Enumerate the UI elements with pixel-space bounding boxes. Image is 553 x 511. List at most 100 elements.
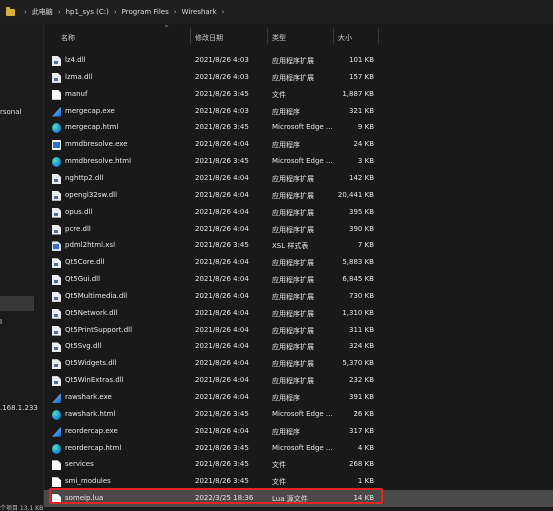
file-row[interactable]: manuf 2021/8/26 3:45 文件 1,887 KB bbox=[44, 86, 553, 103]
file-name: lz4.dll bbox=[65, 56, 86, 64]
edge-html-icon bbox=[52, 409, 61, 420]
file-type: 应用程序 bbox=[272, 107, 300, 116]
file-name: reordercap.exe bbox=[65, 426, 118, 435]
file-type: 应用程序扩展 bbox=[272, 259, 314, 268]
dll-file-icon bbox=[52, 258, 61, 269]
file-name: lzma.dll bbox=[65, 72, 93, 81]
file-row[interactable]: pdml2html.xsl 2021/8/26 3:45 XSL 样式表 7 KB bbox=[44, 237, 553, 254]
console-exe-icon bbox=[52, 140, 61, 151]
file-date: 2021/8/26 3:45 bbox=[195, 123, 249, 132]
file-size: 324 KB bbox=[349, 342, 374, 351]
file-name: rawshark.exe bbox=[65, 393, 112, 401]
file-list[interactable]: lz4.dll 2021/8/26 4:03 应用程序扩展 101 KB lzma.dl… bbox=[44, 44, 553, 511]
file-date: 2021/8/26 4:04 bbox=[195, 140, 249, 149]
file-row[interactable]: reordercap.html 2021/8/26 3:45 Microsoft E… bbox=[44, 440, 553, 457]
column-header-name[interactable]: 名称 bbox=[61, 33, 75, 43]
breadcrumb-item-program-files[interactable]: Program Files bbox=[122, 8, 169, 16]
dll-file-icon bbox=[52, 325, 61, 336]
column-header-date[interactable]: 修改日期 bbox=[195, 33, 223, 43]
file-date: 2021/8/26 3:45 bbox=[195, 241, 249, 250]
file-date: 2021/8/26 4:04 bbox=[195, 275, 249, 284]
file-date: 2021/8/26 3:45 bbox=[195, 89, 249, 98]
column-divider[interactable] bbox=[333, 28, 334, 44]
file-date: 2021/8/26 4:04 bbox=[195, 190, 249, 199]
file-type: Microsoft Edge ... bbox=[272, 157, 333, 166]
column-header-size[interactable]: 大小 bbox=[338, 33, 352, 43]
file-row[interactable]: lz4.dll 2021/8/26 4:03 应用程序扩展 101 KB bbox=[44, 52, 553, 69]
file-row[interactable]: nghttp2.dll 2021/8/26 4:04 应用程序扩展 142 KB bbox=[44, 170, 553, 187]
nav-item-fragment[interactable]: I bbox=[0, 318, 2, 326]
file-size: 1,310 KB bbox=[342, 308, 374, 317]
file-size: 7 KB bbox=[357, 241, 374, 250]
column-divider[interactable] bbox=[378, 28, 379, 44]
file-icon bbox=[52, 89, 61, 100]
file-row[interactable]: Qt5PrintSupport.dll 2021/8/26 4:04 应用程序扩展 3… bbox=[44, 322, 553, 339]
file-row[interactable]: rawshark.exe 2021/8/26 4:04 应用程序 391 KB bbox=[44, 389, 553, 406]
file-name: Qt5WinExtras.dll bbox=[65, 376, 124, 385]
nav-item-selected[interactable] bbox=[0, 296, 34, 311]
file-date: 2021/8/26 4:04 bbox=[195, 291, 249, 300]
column-header-type[interactable]: 类型 bbox=[272, 33, 286, 43]
file-type: 文件 bbox=[272, 90, 286, 99]
sort-up-icon: ^ bbox=[164, 25, 170, 32]
dll-file-icon bbox=[52, 224, 61, 235]
file-size: 9 KB bbox=[357, 123, 374, 132]
file-row[interactable]: mergecap.exe 2021/8/26 4:03 应用程序 321 KB bbox=[44, 103, 553, 120]
file-icon bbox=[52, 477, 61, 488]
file-row[interactable]: Qt5Svg.dll 2021/8/26 4:04 应用程序扩展 324 KB bbox=[44, 338, 553, 355]
file-name: pcre.dll bbox=[65, 224, 91, 233]
file-row[interactable]: pcre.dll 2021/8/26 4:04 应用程序扩展 390 KB bbox=[44, 221, 553, 238]
file-row[interactable]: reordercap.exe 2021/8/26 4:04 应用程序 317 KB bbox=[44, 423, 553, 440]
breadcrumb-item-wireshark[interactable]: Wireshark bbox=[182, 8, 217, 16]
breadcrumb: › 此电脑 › hp1_sys (C:) › Program Files › W… bbox=[0, 0, 553, 24]
dll-file-icon bbox=[52, 342, 61, 353]
file-date: 2021/8/26 4:03 bbox=[195, 106, 249, 115]
breadcrumb-item-drive[interactable]: hp1_sys (C:) bbox=[66, 8, 109, 16]
file-row[interactable]: Qt5Gui.dll 2021/8/26 4:04 应用程序扩展 6,845 KB bbox=[44, 271, 553, 288]
breadcrumb-item-this-pc[interactable]: 此电脑 bbox=[32, 7, 53, 17]
file-row[interactable]: services 2021/8/26 3:45 文件 268 KB bbox=[44, 456, 553, 473]
file-date: 2021/8/26 4:04 bbox=[195, 359, 249, 368]
file-type: 文件 bbox=[272, 478, 286, 487]
file-row[interactable]: Qt5WinExtras.dll 2021/8/26 4:04 应用程序扩展 232 … bbox=[44, 372, 553, 389]
file-row[interactable]: Qt5Network.dll 2021/8/26 4:04 应用程序扩展 1,310 … bbox=[44, 305, 553, 322]
file-name: smi_modules bbox=[65, 477, 111, 486]
file-name: Qt5PrintSupport.dll bbox=[65, 325, 133, 334]
file-size: 317 KB bbox=[349, 426, 374, 435]
file-row[interactable]: lzma.dll 2021/8/26 4:03 应用程序扩展 157 KB bbox=[44, 69, 553, 86]
file-name: mergecap.exe bbox=[65, 106, 115, 115]
column-divider[interactable] bbox=[267, 28, 268, 44]
column-divider[interactable] bbox=[190, 28, 191, 44]
file-date: 2021/8/26 4:04 bbox=[195, 308, 249, 317]
navigation-pane[interactable]: rsonal I .168.1.233 bbox=[0, 24, 43, 511]
file-type: Microsoft Edge ... bbox=[272, 123, 333, 132]
dll-file-icon bbox=[52, 275, 61, 286]
file-type: 应用程序扩展 bbox=[272, 292, 314, 301]
file-date: 2021/8/26 4:04 bbox=[195, 376, 249, 385]
file-row[interactable]: Qt5Widgets.dll 2021/8/26 4:04 应用程序扩展 5,370 … bbox=[44, 355, 553, 372]
highlight-annotation bbox=[49, 488, 383, 504]
file-size: 157 KB bbox=[349, 72, 374, 81]
file-date: 2021/8/26 4:04 bbox=[195, 342, 249, 351]
file-row[interactable]: rawshark.html 2021/8/26 3:45 Microsoft Edg… bbox=[44, 406, 553, 423]
file-type: 应用程序 bbox=[272, 394, 300, 402]
file-type: 文件 bbox=[272, 461, 286, 470]
file-row[interactable]: mmdbresolve.exe 2021/8/26 4:04 应用程序 24 KB bbox=[44, 136, 553, 153]
file-size: 26 KB bbox=[353, 409, 374, 418]
file-type: 应用程序扩展 bbox=[272, 309, 314, 318]
file-row[interactable]: Qt5Multimedia.dll 2021/8/26 4:04 应用程序扩展 730… bbox=[44, 288, 553, 305]
file-row[interactable]: mergecap.html 2021/8/26 3:45 Microsoft Edg… bbox=[44, 119, 553, 136]
nav-item-network-host[interactable]: .168.1.233 bbox=[0, 404, 38, 412]
file-type: 应用程序扩展 bbox=[272, 225, 314, 234]
file-size: 101 KB bbox=[349, 56, 374, 64]
file-row[interactable]: mmdbresolve.html 2021/8/26 3:45 Microsoft … bbox=[44, 153, 553, 170]
file-row[interactable]: Qt5Core.dll 2021/8/26 4:04 应用程序扩展 5,883 KB bbox=[44, 254, 553, 271]
file-row[interactable]: opus.dll 2021/8/26 4:04 应用程序扩展 395 KB bbox=[44, 204, 553, 221]
nav-item-personal[interactable]: rsonal bbox=[0, 108, 21, 116]
file-row[interactable]: opengl32sw.dll 2021/8/26 4:04 应用程序扩展 20,441… bbox=[44, 187, 553, 204]
file-name: Qt5Core.dll bbox=[65, 258, 105, 267]
file-size: 268 KB bbox=[349, 460, 374, 469]
file-size: 311 KB bbox=[349, 325, 374, 334]
file-size: 390 KB bbox=[349, 224, 374, 233]
chevron-right-icon: › bbox=[57, 8, 61, 16]
